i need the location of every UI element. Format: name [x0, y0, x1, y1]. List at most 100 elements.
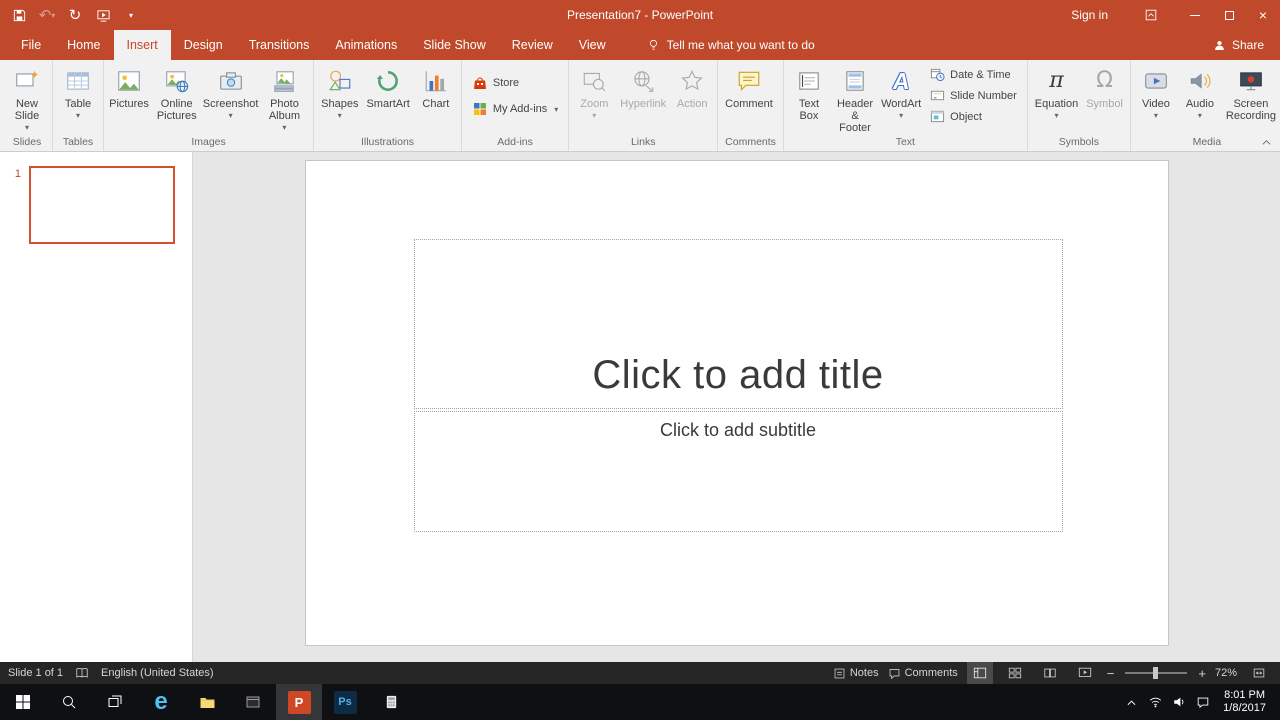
- slide-show-view-button[interactable]: [1072, 662, 1098, 684]
- file-explorer-icon[interactable]: [184, 684, 230, 720]
- dropdown-icon: ▾: [1054, 111, 1059, 120]
- comments-icon: [889, 668, 899, 679]
- slide-canvas[interactable]: Click to add title Click to add subtitle: [304, 160, 1169, 646]
- tab-view[interactable]: View: [566, 30, 619, 60]
- reading-view-button[interactable]: [1037, 662, 1063, 684]
- smartart-icon: [375, 66, 401, 96]
- calculator-taskbar-icon[interactable]: [368, 684, 414, 720]
- clock-date: 1/8/2017: [1223, 702, 1266, 714]
- chart-button[interactable]: Chart: [414, 61, 458, 135]
- store-icon: [472, 75, 488, 91]
- maximize-button[interactable]: [1212, 0, 1246, 30]
- redo-button[interactable]: ↻: [62, 2, 88, 28]
- tab-insert[interactable]: Insert: [113, 30, 171, 60]
- sign-in-link[interactable]: Sign in: [1071, 8, 1108, 22]
- subtitle-placeholder[interactable]: Click to add subtitle: [413, 411, 1063, 532]
- my-addins-button[interactable]: My Add-ins ▾: [467, 98, 563, 120]
- comments-toggle[interactable]: Comments: [888, 667, 958, 680]
- chevron-up-icon: [1127, 700, 1136, 705]
- comment-button[interactable]: Comment: [721, 61, 777, 135]
- symbol-icon: Ω: [1096, 68, 1113, 93]
- pictures-button[interactable]: Pictures: [107, 61, 151, 135]
- status-bar: Slide 1 of 1 English (United States) Not…: [0, 662, 1280, 684]
- shapes-button[interactable]: Shapes ▾: [317, 61, 362, 135]
- network-tray-icon[interactable]: [1143, 684, 1167, 720]
- hyperlink-button[interactable]: Hyperlink: [616, 61, 670, 135]
- slide-thumbnail[interactable]: [29, 166, 175, 244]
- share-button[interactable]: Share: [1213, 38, 1264, 52]
- app-window-icon[interactable]: [230, 684, 276, 720]
- header-footer-button[interactable]: Header & Footer: [831, 61, 879, 135]
- normal-view-button[interactable]: [966, 662, 993, 684]
- save-button[interactable]: [6, 2, 32, 28]
- taskbar-clock[interactable]: 8:01 PM 1/8/2017: [1215, 689, 1274, 715]
- fit-slide-to-window-button[interactable]: [1246, 662, 1272, 684]
- screen-recording-button[interactable]: Screen Recording: [1222, 61, 1280, 135]
- zoom-in-button[interactable]: +: [1198, 666, 1206, 681]
- slide-number-label: Slide Number: [950, 89, 1017, 102]
- photo-album-button[interactable]: Photo Album ▾: [259, 61, 310, 135]
- ribbon-display-options-button[interactable]: [1138, 2, 1164, 28]
- tab-transitions[interactable]: Transitions: [236, 30, 323, 60]
- wordart-icon: A: [891, 67, 912, 94]
- close-button[interactable]: ×: [1246, 0, 1280, 30]
- slide-sorter-view-button[interactable]: [1002, 662, 1028, 684]
- tab-home[interactable]: Home: [54, 30, 113, 60]
- wordart-button[interactable]: A WordArt ▾: [879, 61, 923, 135]
- equation-icon: π: [1049, 68, 1064, 93]
- start-button[interactable]: [0, 684, 46, 720]
- object-button[interactable]: Object: [925, 106, 1022, 127]
- close-icon: ×: [1258, 7, 1268, 23]
- start-from-beginning-button[interactable]: [90, 2, 116, 28]
- photoshop-taskbar-icon[interactable]: Ps: [322, 684, 368, 720]
- dropdown-icon: ▾: [337, 111, 342, 120]
- action-button[interactable]: Action: [670, 61, 714, 135]
- tab-animations[interactable]: Animations: [322, 30, 410, 60]
- tab-review[interactable]: Review: [499, 30, 566, 60]
- proofing-button[interactable]: [75, 666, 89, 680]
- minimize-button[interactable]: [1178, 0, 1212, 30]
- online-pictures-button[interactable]: Online Pictures: [151, 61, 202, 135]
- chart-icon: [423, 66, 449, 96]
- tab-slide-show[interactable]: Slide Show: [410, 30, 499, 60]
- dropdown-icon: ▾: [282, 123, 287, 132]
- ribbon-group-images: Pictures Online Pictures Screenshot ▾ Ph…: [104, 60, 315, 151]
- tab-file[interactable]: File: [8, 30, 54, 60]
- edge-taskbar-icon[interactable]: e: [138, 684, 184, 720]
- object-icon: [930, 109, 945, 124]
- volume-tray-icon[interactable]: [1167, 684, 1191, 720]
- symbol-button[interactable]: Ω Symbol: [1082, 61, 1127, 135]
- tab-design[interactable]: Design: [171, 30, 236, 60]
- undo-button[interactable]: ↶ ▾: [34, 2, 60, 28]
- equation-button[interactable]: π Equation ▾: [1031, 61, 1082, 135]
- screenshot-button[interactable]: Screenshot ▾: [202, 61, 258, 135]
- lightbulb-icon: [649, 39, 657, 50]
- action-center-button[interactable]: [1191, 684, 1215, 720]
- zoom-slider[interactable]: [1125, 667, 1188, 679]
- date-time-button[interactable]: Date & Time: [925, 64, 1022, 85]
- task-view-button[interactable]: [92, 684, 138, 720]
- customize-qat-button[interactable]: ▾: [118, 2, 144, 28]
- tell-me-box[interactable]: Tell me what you want to do: [647, 38, 815, 52]
- search-button[interactable]: [46, 684, 92, 720]
- new-slide-button[interactable]: New Slide ▾: [5, 61, 49, 135]
- zoom-level[interactable]: 72%: [1215, 667, 1237, 679]
- store-button[interactable]: Store: [467, 72, 563, 94]
- zoom-button[interactable]: Zoom ▾: [572, 61, 616, 135]
- smartart-button[interactable]: SmartArt: [362, 61, 413, 135]
- powerpoint-taskbar-icon[interactable]: P: [276, 684, 322, 720]
- zoom-slider-thumb[interactable]: [1153, 667, 1159, 679]
- table-button[interactable]: Table ▾: [56, 61, 100, 135]
- notes-toggle[interactable]: Notes: [833, 667, 879, 680]
- video-button[interactable]: Video ▾: [1134, 61, 1178, 135]
- collapse-ribbon-button[interactable]: [1261, 138, 1272, 147]
- text-box-button[interactable]: Text Box: [787, 61, 831, 135]
- zoom-out-button[interactable]: −: [1107, 666, 1115, 681]
- title-placeholder[interactable]: Click to add title: [413, 239, 1063, 409]
- group-label-slides: Slides: [12, 136, 42, 148]
- slide-number-button[interactable]: Slide Number: [925, 85, 1022, 106]
- language-indicator[interactable]: English (United States): [101, 667, 214, 679]
- audio-button[interactable]: Audio ▾: [1178, 61, 1222, 135]
- show-hidden-icons-button[interactable]: [1119, 684, 1143, 720]
- date-time-icon: [930, 67, 945, 82]
